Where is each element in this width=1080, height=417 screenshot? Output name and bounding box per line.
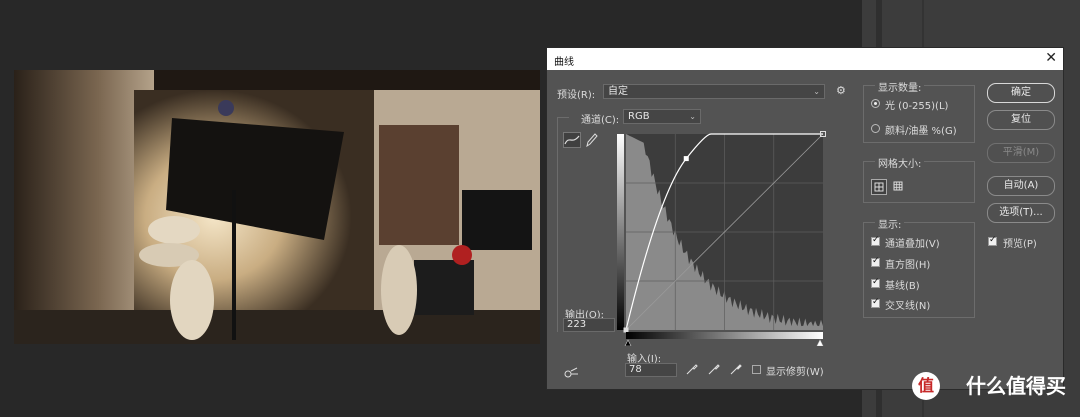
output-gradient-bar [617, 134, 624, 330]
preview-label: 预览(P) [1003, 239, 1037, 250]
chevron-down-icon: ⌄ [689, 112, 696, 121]
input-gradient-bar [626, 332, 823, 339]
preset-select[interactable]: 自定 ⌄ [603, 84, 825, 99]
eyedropper-black-icon[interactable] [685, 362, 699, 379]
channel-overlay-label: 通道叠加(V) [885, 239, 940, 250]
target-adjust-icon[interactable] [563, 366, 579, 383]
chevron-down-icon: ⌄ [813, 87, 820, 96]
dialog-titlebar: 曲线 ✕ [547, 48, 1063, 70]
options-button[interactable]: 选项(T)... [987, 203, 1055, 223]
crosshair-label: 交叉线(N) [885, 301, 931, 312]
show-title: 显示: [875, 216, 905, 231]
curve-tool-icon[interactable] [563, 132, 581, 148]
curve-point-selected[interactable] [683, 156, 689, 162]
white-point-slider[interactable] [816, 339, 824, 346]
radio-pigment[interactable] [871, 124, 880, 133]
radio-light[interactable] [871, 99, 880, 108]
curves-dialog: 曲线 ✕ 预设(R): 自定 ⌄ ⚙ 通道(C): RGB ⌄ 输出(O): 2… [546, 47, 1064, 390]
channel-select[interactable]: RGB ⌄ [623, 109, 701, 124]
preset-value: 自定 [608, 86, 628, 97]
channel-label: 通道(C): [581, 115, 620, 126]
watermark-text: 什么值得买 [966, 374, 1066, 398]
eyedropper-gray-icon[interactable] [707, 362, 721, 379]
pencil-icon[interactable] [585, 132, 599, 148]
curve-point-black[interactable] [623, 327, 629, 333]
close-icon[interactable]: ✕ [1045, 50, 1057, 66]
settings-icon[interactable]: ⚙ [836, 84, 846, 97]
checkbox-crosshair[interactable] [871, 297, 880, 308]
checkbox-channel-overlay[interactable] [871, 235, 880, 246]
display-amount-title: 显示数量: [875, 79, 925, 94]
curve-area-bracket [557, 117, 558, 332]
baseline-label: 基线(B) [885, 281, 920, 292]
show-clipping-checkbox[interactable] [752, 365, 761, 374]
checkbox-baseline[interactable] [871, 277, 880, 288]
output-field[interactable]: 223 [563, 318, 615, 332]
auto-button[interactable]: 自动(A) [987, 176, 1055, 196]
canvas-photo[interactable] [14, 70, 540, 344]
input-field[interactable]: 78 [625, 363, 677, 377]
histogram-label: 直方图(H) [885, 260, 931, 271]
watermark-logo: 值 [912, 372, 940, 400]
smooth-button[interactable]: 平滑(M) [987, 143, 1055, 163]
grid-4-icon[interactable] [871, 179, 887, 195]
black-point-slider[interactable] [624, 339, 632, 346]
radio-light-label: 光 (0-255)(L) [885, 101, 949, 112]
dialog-title: 曲线 [554, 57, 574, 68]
curves-graph[interactable] [617, 126, 829, 346]
bracket-top [557, 117, 569, 118]
reset-button[interactable]: 复位 [987, 110, 1055, 130]
ok-button[interactable]: 确定 [987, 83, 1055, 103]
preview-checkbox[interactable] [988, 235, 997, 246]
grid-size-title: 网格大小: [875, 155, 925, 170]
checkbox-histogram[interactable] [871, 256, 880, 267]
grid-10-icon[interactable] [891, 179, 907, 195]
show-clipping-label: 显示修剪(W) [766, 367, 824, 378]
room-photo-image [14, 70, 540, 344]
eyedropper-white-icon[interactable] [729, 362, 743, 379]
preset-label: 预设(R): [557, 90, 596, 101]
channel-value: RGB [628, 111, 650, 122]
radio-pigment-label: 颜料/油墨 %(G) [885, 126, 957, 137]
